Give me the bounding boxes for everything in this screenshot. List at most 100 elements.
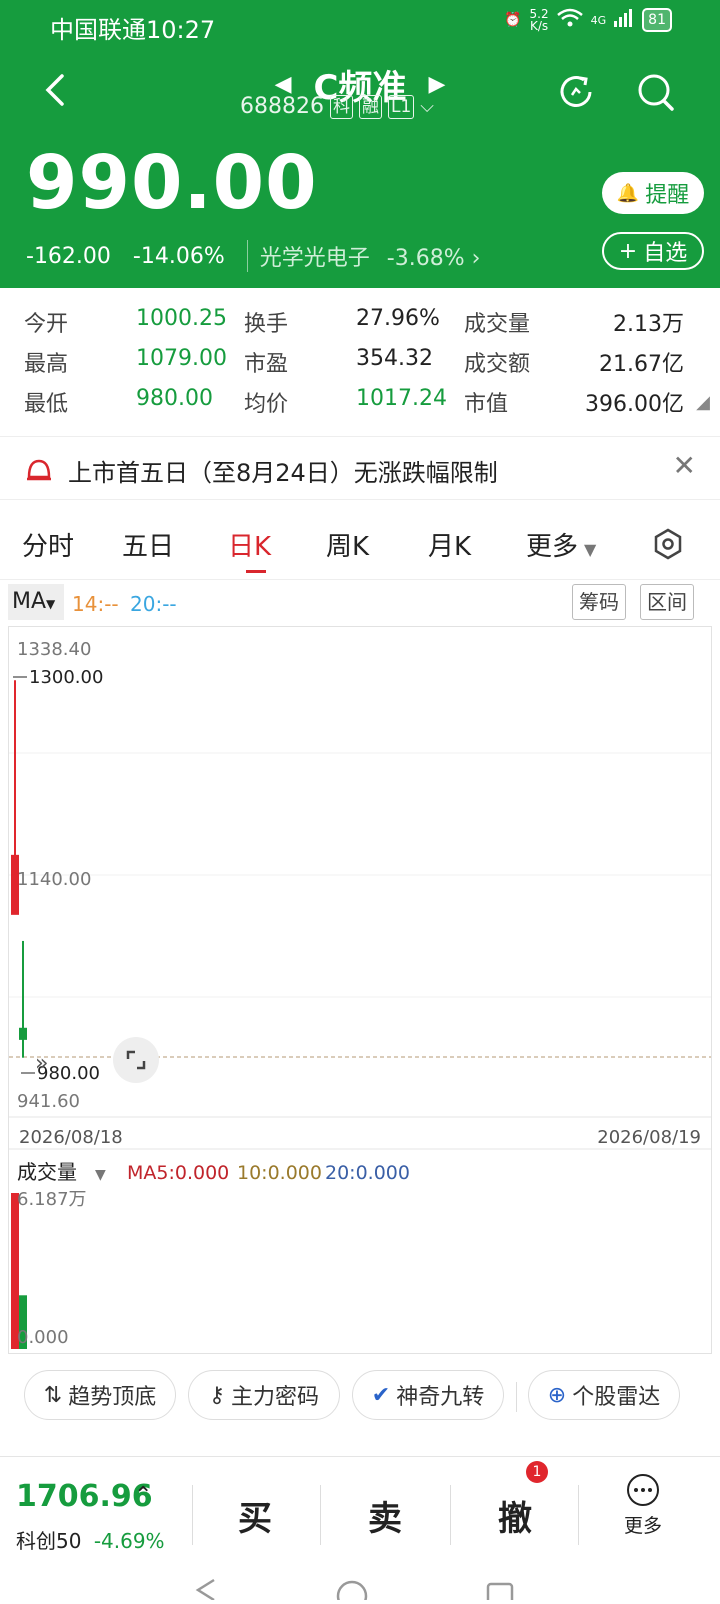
y-top-label: 1338.40 xyxy=(17,639,91,660)
ipo-notice: 上市首五日（至8月24日）无涨跌幅限制 ✕ xyxy=(0,436,720,500)
wifi-icon xyxy=(556,8,583,32)
cancel-order-button[interactable]: 撤 xyxy=(498,1491,532,1540)
vol-zero-label: 0.000 xyxy=(17,1327,69,1348)
ma20-value: 20:-- xyxy=(130,592,177,616)
index-pct: -4.69% xyxy=(93,1529,165,1553)
fullscreen-icon[interactable] xyxy=(113,1037,159,1083)
caret-down-icon: ▼ xyxy=(95,1167,106,1183)
chevron-right-icon: › xyxy=(471,246,481,271)
margin-tag: 融 xyxy=(358,94,382,119)
range-button[interactable]: 区间 xyxy=(640,584,694,620)
tab-daily-k[interactable]: 日K xyxy=(228,526,271,563)
chevron-down-icon: ⌵ xyxy=(420,96,434,117)
date-end-label: 2026/08/19 xyxy=(597,1127,701,1148)
chevron-up-icon: ⌃ xyxy=(134,1483,153,1508)
notice-text: 上市首五日（至8月24日）无涨跌幅限制 xyxy=(68,459,498,487)
updown-arrows-icon: ⇅ xyxy=(43,1382,63,1408)
settings-icon[interactable] xyxy=(652,528,684,560)
date-start-label: 2026/08/18 xyxy=(19,1127,123,1148)
candle-body xyxy=(19,1027,27,1040)
carrier-time: 中国联通10:27 xyxy=(50,16,216,44)
ma-selector[interactable]: MA▼ xyxy=(8,584,64,620)
nav-recents-icon xyxy=(486,1582,514,1604)
more-button[interactable]: 更多 xyxy=(616,1473,670,1538)
system-nav-bar xyxy=(0,1578,720,1604)
volume-group xyxy=(11,1193,27,1349)
sector-pct: -3.68% xyxy=(386,246,465,271)
index-name: 科创50 xyxy=(16,1529,82,1553)
alert-button[interactable]: 🔔 提醒 xyxy=(602,172,704,214)
caret-down-icon: ▼ xyxy=(584,540,597,559)
current-price: 990.00 xyxy=(26,140,318,226)
tab-intraday[interactable]: 分时 xyxy=(22,526,74,563)
v-icon: ✔ xyxy=(371,1382,391,1408)
pe-value: 354.32 xyxy=(356,346,433,371)
kline-svg: 1338.40 1300.00 1140.00 980.00 941.60 20… xyxy=(9,639,711,1349)
vol-top-label: 6.187万 xyxy=(17,1189,87,1210)
high-value: 1079.00 xyxy=(136,346,227,371)
turnover-value: 27.96% xyxy=(356,306,440,331)
y-bottom-label: 941.60 xyxy=(17,1091,80,1112)
search-icon[interactable] xyxy=(634,70,678,114)
network-speed: 5.2 K/s xyxy=(529,7,549,33)
stock-code: 688826 xyxy=(240,94,324,119)
tab-five-day[interactable]: 五日 xyxy=(122,526,174,563)
sell-button[interactable]: 卖 xyxy=(368,1491,402,1540)
expand-chevron-icon[interactable]: ◢ xyxy=(696,392,710,413)
pe-label: 市盈 xyxy=(244,352,289,377)
indicator-main-force[interactable]: ⚷ 主力密码 xyxy=(188,1370,340,1420)
chip-button[interactable]: 筹码 xyxy=(572,584,626,620)
buy-button[interactable]: 买 xyxy=(238,1491,272,1540)
fast-forward-icon[interactable]: » xyxy=(35,1051,48,1076)
volume-label: 成交量 xyxy=(464,312,531,337)
vol-ma5: MA5:0.000 xyxy=(127,1162,229,1184)
index-row: 科创50 -4.69% xyxy=(16,1525,165,1554)
close-icon[interactable]: ✕ xyxy=(673,449,696,482)
network-type: 4G xyxy=(590,13,607,27)
open-value: 1000.25 xyxy=(136,306,227,331)
indicator-trend[interactable]: ⇅ 趋势顶底 xyxy=(24,1370,176,1420)
price-change-pct: -14.06% xyxy=(132,243,225,269)
change-row: -162.00 -14.06% 光学光电子 -3.68% › xyxy=(26,240,480,272)
ma14-value: 14:-- xyxy=(72,592,119,616)
chart-toolbar: MA▼ 14:-- 20:-- 筹码 区间 xyxy=(0,580,720,626)
tab-monthly-k[interactable]: 月K xyxy=(428,526,471,563)
open-label: 今开 xyxy=(24,312,69,337)
divider xyxy=(450,1485,451,1545)
y-max-label: 1300.00 xyxy=(29,667,103,688)
sector-link[interactable]: 光学光电子 -3.68% › xyxy=(246,240,481,272)
plus-icon: + xyxy=(618,238,638,264)
amount-label: 成交额 xyxy=(464,352,531,377)
battery-indicator: 81 xyxy=(642,8,672,32)
stock-code-row[interactable]: 688826 科 融 L1 ⌵ xyxy=(240,94,434,119)
alarm-icon: ⏰ xyxy=(504,12,522,28)
avg-label: 均价 xyxy=(244,392,289,417)
bell-icon xyxy=(27,459,51,481)
radar-icon: ⊕ xyxy=(547,1382,567,1408)
divider xyxy=(320,1485,321,1545)
period-tabs: 分时 五日 日K 周K 月K 更多 ▼ xyxy=(0,510,720,580)
indicator-nine-turn[interactable]: ✔ 神奇九转 xyxy=(352,1370,504,1420)
divider xyxy=(578,1485,579,1545)
kline-chart[interactable]: 1338.40 1300.00 1140.00 980.00 941.60 20… xyxy=(8,626,712,1354)
vol-ma20: 20:0.000 xyxy=(325,1162,410,1184)
volume-title: 成交量 xyxy=(17,1160,77,1184)
tab-more[interactable]: 更多 ▼ xyxy=(526,526,596,563)
high-label: 最高 xyxy=(24,352,69,377)
index-value: 1706.96 xyxy=(16,1479,153,1514)
nav-home-icon xyxy=(336,1580,368,1604)
sector-name: 光学光电子 xyxy=(259,246,370,271)
tab-weekly-k[interactable]: 周K xyxy=(326,526,369,563)
add-watchlist-button[interactable]: + 自选 xyxy=(602,232,704,270)
key-icon: ⚷ xyxy=(208,1382,226,1408)
star-market-tag: 科 xyxy=(329,94,353,119)
indicator-radar[interactable]: ⊕ 个股雷达 xyxy=(528,1370,680,1420)
turnover-label: 换手 xyxy=(244,312,289,337)
cancel-badge: 1 xyxy=(526,1461,548,1483)
indicator-bar: ⇅ 趋势顶底 ⚷ 主力密码 ✔ 神奇九转 ⊕ 个股雷达 xyxy=(0,1366,720,1426)
vol-ma10: 10:0.000 xyxy=(237,1162,322,1184)
refresh-icon[interactable] xyxy=(554,70,598,114)
divider xyxy=(516,1382,517,1412)
avg-value: 1017.24 xyxy=(356,386,447,411)
low-label: 最低 xyxy=(24,392,69,417)
